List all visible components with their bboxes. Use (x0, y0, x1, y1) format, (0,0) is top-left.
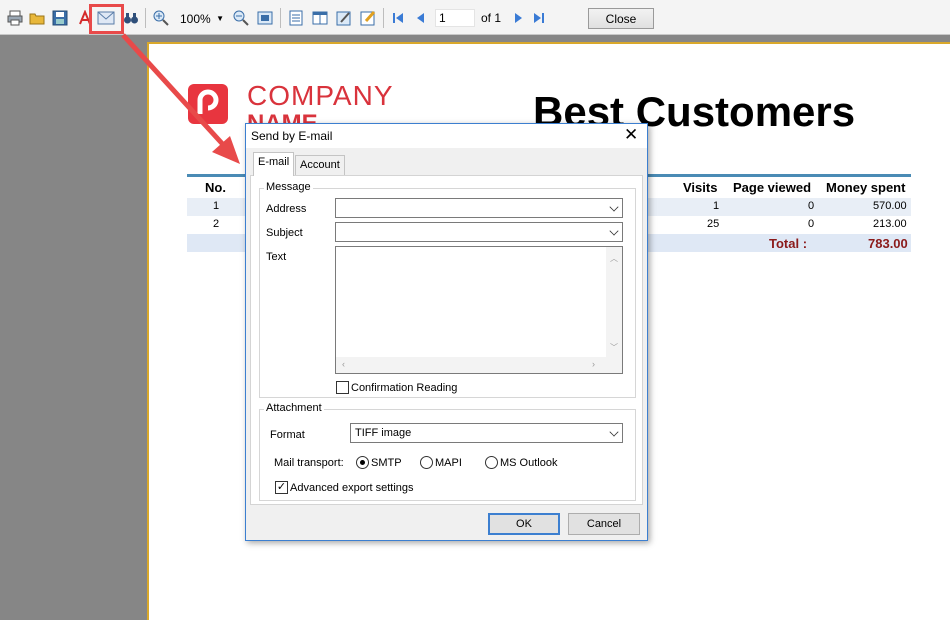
scroll-down-icon[interactable]: ﹀ (610, 342, 618, 353)
horizontal-scrollbar[interactable]: ‹ › (336, 357, 622, 373)
ok-button[interactable]: OK (488, 513, 560, 535)
send-email-dialog: Send by E-mail ✕ E-mail Account Message … (245, 123, 648, 541)
subject-label: Subject (266, 227, 303, 239)
format-label: Format (270, 429, 305, 441)
message-textarea[interactable]: ︿ ﹀ ‹ › (335, 246, 623, 374)
mapi-label: MAPI (435, 457, 462, 469)
confirmation-checkbox[interactable] (336, 381, 349, 394)
close-icon[interactable]: ✕ (624, 126, 638, 144)
advanced-export-label: Advanced export settings (290, 482, 414, 494)
advanced-export-checkbox[interactable]: ✓ (275, 481, 288, 494)
transport-label: Mail transport: (274, 457, 344, 469)
radio-mapi[interactable] (420, 456, 433, 469)
scroll-up-icon[interactable]: ︿ (610, 253, 618, 264)
scroll-left-icon[interactable]: ‹ (342, 359, 345, 369)
address-label: Address (266, 203, 307, 215)
chevron-down-icon (609, 427, 619, 437)
confirmation-label: Confirmation Reading (351, 382, 458, 394)
format-value: TIFF image (355, 427, 412, 439)
radio-ms-outlook[interactable] (485, 456, 498, 469)
chevron-down-icon (609, 226, 619, 236)
address-input[interactable] (335, 198, 623, 218)
attachment-group-label: Attachment (264, 402, 324, 414)
ms-outlook-label: MS Outlook (500, 457, 558, 469)
tab-email[interactable]: E-mail (253, 152, 295, 176)
chevron-down-icon (609, 202, 619, 212)
email-tab-panel: Message Address Subject Text ︿ ﹀ ‹ › Con… (250, 175, 643, 505)
message-group-label: Message (264, 181, 313, 193)
smtp-label: SMTP (371, 457, 402, 469)
dialog-title: Send by E-mail (246, 124, 647, 148)
cancel-button[interactable]: Cancel (568, 513, 640, 535)
format-select[interactable]: TIFF image (350, 423, 623, 443)
vertical-scrollbar[interactable]: ︿ ﹀ (606, 247, 622, 357)
subject-input[interactable] (335, 222, 623, 242)
radio-smtp[interactable] (356, 456, 369, 469)
tab-account[interactable]: Account (295, 155, 345, 175)
text-label: Text (266, 251, 287, 263)
scroll-right-icon[interactable]: › (592, 359, 595, 369)
